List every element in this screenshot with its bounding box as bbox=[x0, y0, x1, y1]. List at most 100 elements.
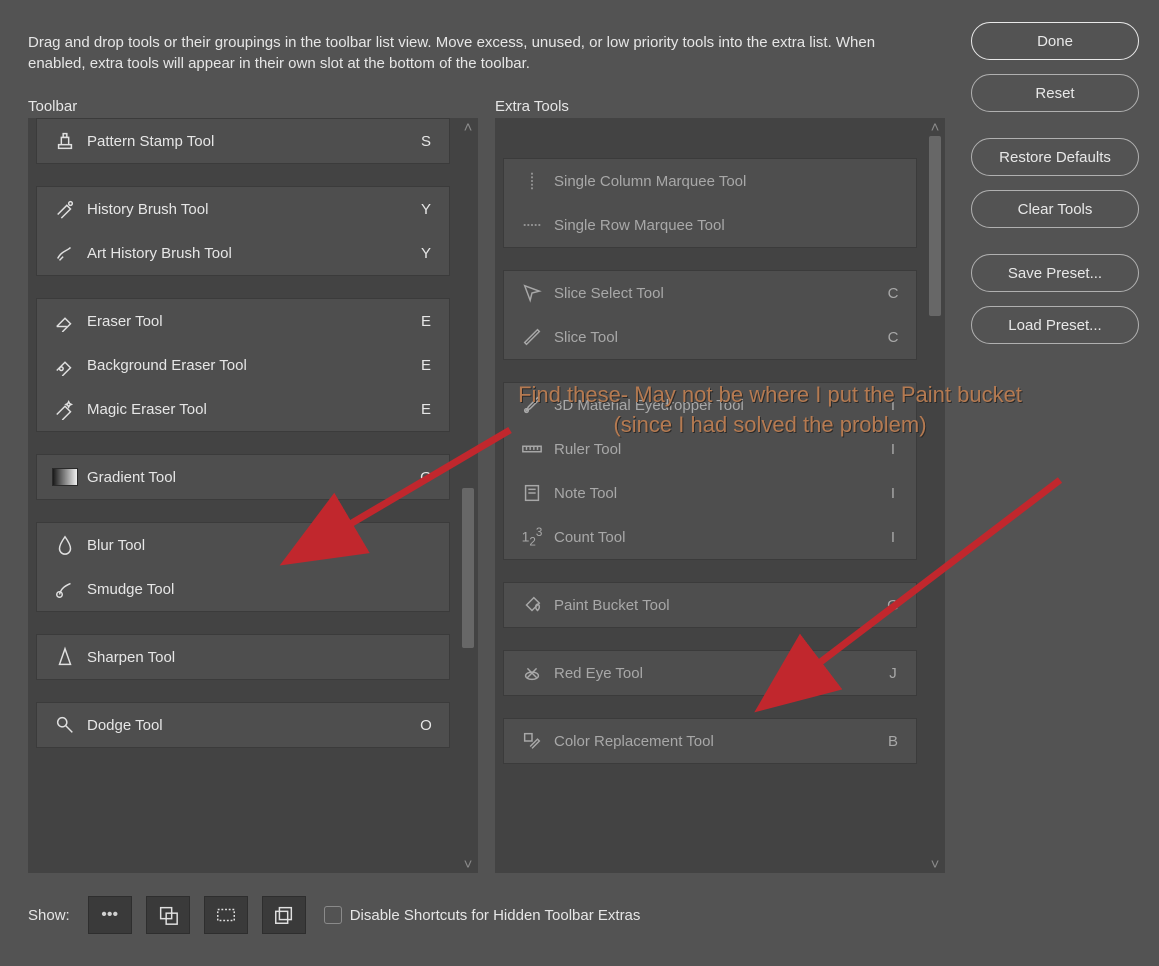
tool-label: Slice Tool bbox=[548, 329, 878, 346]
tool-row-blur[interactable]: Blur Tool bbox=[37, 523, 449, 567]
note-icon bbox=[516, 482, 548, 504]
tool-label: Red Eye Tool bbox=[548, 665, 878, 682]
tool-shortcut: S bbox=[411, 133, 441, 150]
tool-label: Background Eraser Tool bbox=[81, 357, 411, 374]
tool-group[interactable]: Eraser ToolEBackground Eraser ToolEMagic… bbox=[36, 298, 450, 432]
toolbar-scrollbar[interactable]: ˄ ˅ bbox=[458, 118, 478, 873]
scroll-thumb[interactable] bbox=[462, 488, 474, 648]
tool-label: Count Tool bbox=[548, 529, 878, 546]
slice-select-icon bbox=[516, 282, 548, 304]
load-preset-button[interactable]: Load Preset... bbox=[971, 306, 1139, 344]
tool-row-gradient[interactable]: Gradient ToolG bbox=[37, 455, 449, 499]
tool-row-pattern-stamp[interactable]: Pattern Stamp ToolS bbox=[37, 119, 449, 163]
scroll-up-icon[interactable]: ˄ bbox=[458, 118, 478, 136]
tool-row-slice-select[interactable]: Slice Select ToolC bbox=[504, 271, 916, 315]
tool-group[interactable]: History Brush ToolYArt History Brush Too… bbox=[36, 186, 450, 276]
tool-shortcut: B bbox=[878, 733, 908, 750]
tool-row-paint-bucket[interactable]: Paint Bucket ToolG bbox=[504, 583, 916, 627]
tool-row-magic-eraser[interactable]: Magic Eraser ToolE bbox=[37, 387, 449, 431]
tool-shortcut: Y bbox=[411, 245, 441, 262]
bottom-bar: Show: ••• Disable Shortcuts for Hidden T… bbox=[28, 896, 640, 934]
single-row-marquee-icon bbox=[516, 214, 548, 236]
count-icon: 123 bbox=[516, 526, 548, 548]
tool-group[interactable]: Slice Select ToolCSlice ToolC bbox=[503, 270, 917, 360]
tool-group[interactable]: Dodge ToolO bbox=[36, 702, 450, 748]
paint-bucket-icon bbox=[516, 594, 548, 616]
clear-tools-button[interactable]: Clear Tools bbox=[971, 190, 1139, 228]
restore-defaults-button[interactable]: Restore Defaults bbox=[971, 138, 1139, 176]
tool-label: Ruler Tool bbox=[548, 441, 878, 458]
scroll-up-icon[interactable]: ˄ bbox=[925, 118, 945, 136]
show-chip-dashed[interactable] bbox=[204, 896, 248, 934]
tool-row-3d-eyedropper[interactable]: 3D Material Eyedropper ToolI bbox=[504, 383, 916, 427]
tool-row-slice[interactable]: Slice ToolC bbox=[504, 315, 916, 359]
background-eraser-icon bbox=[49, 354, 81, 376]
tool-shortcut: G bbox=[411, 469, 441, 486]
scroll-thumb[interactable] bbox=[929, 136, 941, 316]
tool-shortcut: E bbox=[411, 357, 441, 374]
art-history-brush-icon bbox=[49, 242, 81, 264]
save-preset-button[interactable]: Save Preset... bbox=[971, 254, 1139, 292]
ruler-icon bbox=[516, 438, 548, 460]
reset-button[interactable]: Reset bbox=[971, 74, 1139, 112]
scroll-down-icon[interactable]: ˅ bbox=[458, 855, 478, 873]
tool-shortcut: J bbox=[878, 665, 908, 682]
tool-group[interactable]: 3D Material Eyedropper ToolIRuler ToolIN… bbox=[503, 382, 917, 560]
tool-row-red-eye[interactable]: Red Eye ToolJ bbox=[504, 651, 916, 695]
tool-label: Art History Brush Tool bbox=[81, 245, 411, 262]
tool-group[interactable]: Pattern Stamp ToolS bbox=[36, 118, 450, 164]
tool-row-history-brush[interactable]: History Brush ToolY bbox=[37, 187, 449, 231]
tool-label: Smudge Tool bbox=[81, 581, 411, 598]
tool-row-note[interactable]: Note ToolI bbox=[504, 471, 916, 515]
show-chip-stack[interactable] bbox=[262, 896, 306, 934]
tool-group[interactable]: Red Eye ToolJ bbox=[503, 650, 917, 696]
extra-scrollbar[interactable]: ˄ ˅ bbox=[925, 118, 945, 873]
tool-shortcut: C bbox=[878, 285, 908, 302]
magic-eraser-icon bbox=[49, 398, 81, 420]
history-brush-icon bbox=[49, 198, 81, 220]
gradient-icon bbox=[49, 468, 81, 486]
tool-row-art-history-brush[interactable]: Art History Brush ToolY bbox=[37, 231, 449, 275]
tool-row-background-eraser[interactable]: Background Eraser ToolE bbox=[37, 343, 449, 387]
scroll-down-icon[interactable]: ˅ bbox=[925, 855, 945, 873]
tool-row-dodge[interactable]: Dodge ToolO bbox=[37, 703, 449, 747]
tool-shortcut: I bbox=[878, 441, 908, 458]
show-chip-overlap[interactable] bbox=[146, 896, 190, 934]
tool-shortcut: C bbox=[878, 329, 908, 346]
tool-row-single-col-marquee[interactable]: Single Column Marquee Tool bbox=[504, 159, 916, 203]
extra-list[interactable]: Single Column Marquee ToolSingle Row Mar… bbox=[495, 118, 925, 873]
tool-group[interactable]: Gradient ToolG bbox=[36, 454, 450, 500]
tool-row-smudge[interactable]: Smudge Tool bbox=[37, 567, 449, 611]
disable-shortcuts-label: Disable Shortcuts for Hidden Toolbar Ext… bbox=[350, 907, 641, 924]
toolbar-panel: Pattern Stamp ToolSHistory Brush ToolYAr… bbox=[28, 118, 478, 873]
tool-shortcut: E bbox=[411, 313, 441, 330]
toolbar-list[interactable]: Pattern Stamp ToolSHistory Brush ToolYAr… bbox=[28, 118, 458, 873]
tool-row-single-row-marquee[interactable]: Single Row Marquee Tool bbox=[504, 203, 916, 247]
tool-row-sharpen[interactable]: Sharpen Tool bbox=[37, 635, 449, 679]
tool-group[interactable]: Color Replacement ToolB bbox=[503, 718, 917, 764]
tool-label: Note Tool bbox=[548, 485, 878, 502]
tool-shortcut: Y bbox=[411, 201, 441, 218]
show-chip-dots[interactable]: ••• bbox=[88, 896, 132, 934]
tool-label: Eraser Tool bbox=[81, 313, 411, 330]
checkbox-icon[interactable] bbox=[324, 906, 342, 924]
tool-label: Dodge Tool bbox=[81, 717, 411, 734]
color-replacement-icon bbox=[516, 730, 548, 752]
slice-icon bbox=[516, 326, 548, 348]
single-col-marquee-icon bbox=[516, 170, 548, 192]
tool-group[interactable]: Single Column Marquee ToolSingle Row Mar… bbox=[503, 158, 917, 248]
tool-group[interactable]: Blur Tool Smudge Tool bbox=[36, 522, 450, 612]
tool-row-count[interactable]: 123Count ToolI bbox=[504, 515, 916, 559]
tool-label: Pattern Stamp Tool bbox=[81, 133, 411, 150]
tool-row-ruler[interactable]: Ruler ToolI bbox=[504, 427, 916, 471]
tool-label: Paint Bucket Tool bbox=[548, 597, 878, 614]
tool-group[interactable]: Paint Bucket ToolG bbox=[503, 582, 917, 628]
disable-shortcuts-checkbox[interactable]: Disable Shortcuts for Hidden Toolbar Ext… bbox=[324, 906, 641, 924]
tool-row-color-replacement[interactable]: Color Replacement ToolB bbox=[504, 719, 916, 763]
tool-shortcut: G bbox=[878, 597, 908, 614]
tool-row-eraser[interactable]: Eraser ToolE bbox=[37, 299, 449, 343]
done-button[interactable]: Done bbox=[971, 22, 1139, 60]
tool-shortcut: I bbox=[878, 529, 908, 546]
tool-group[interactable]: Sharpen Tool bbox=[36, 634, 450, 680]
tool-shortcut: I bbox=[878, 397, 908, 414]
